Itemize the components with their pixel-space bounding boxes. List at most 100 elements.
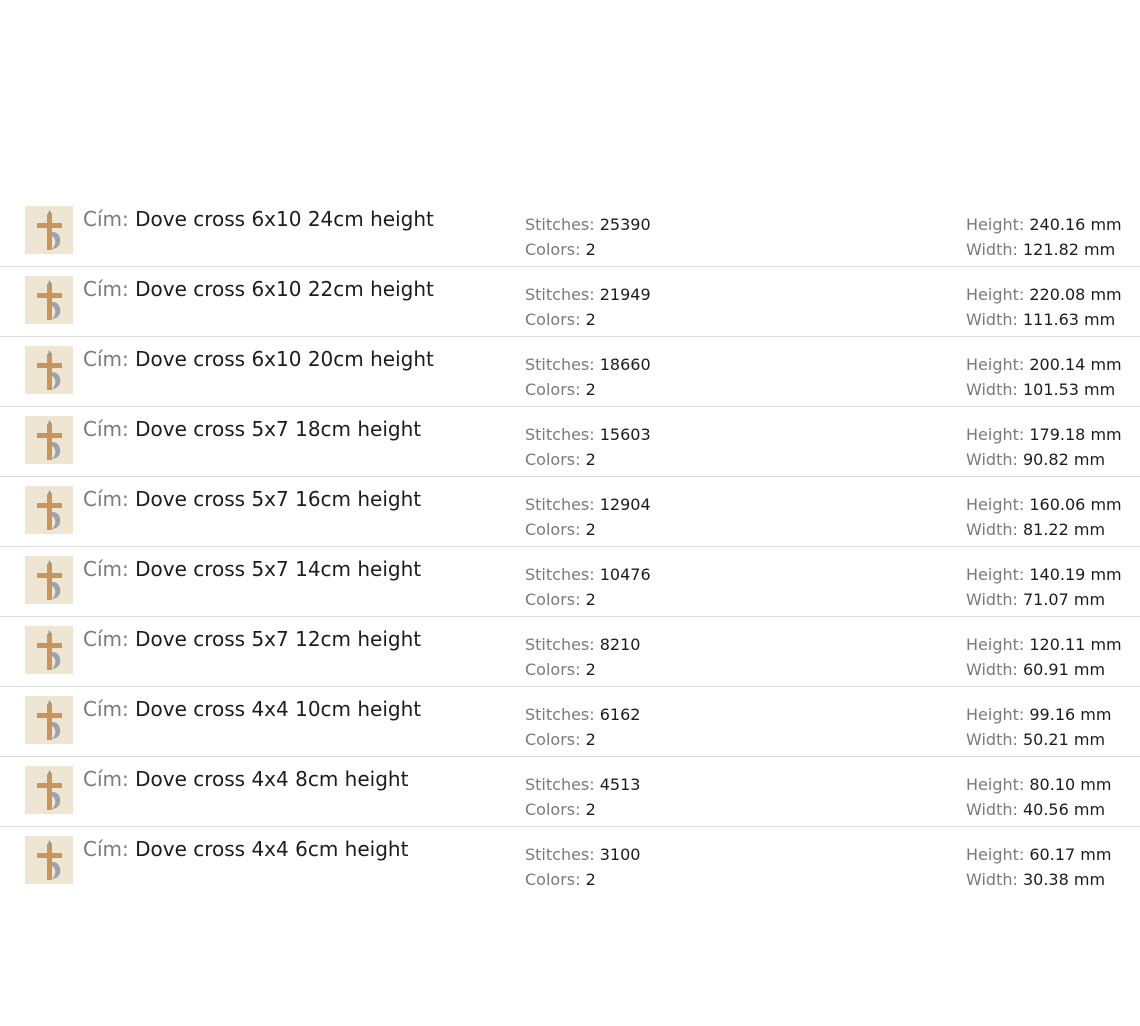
colors-value: 2: [585, 870, 596, 889]
stitch-info: Stitches: 3100 Colors: 2: [525, 842, 640, 892]
size-info: Height: 140.19 mm Width: 71.07 mm: [966, 562, 1122, 612]
title-label: Cím:: [83, 207, 129, 231]
size-info: Height: 60.17 mm Width: 30.38 mm: [966, 842, 1111, 892]
stitch-info: Stitches: 4513 Colors: 2: [525, 772, 640, 822]
title-value: Dove cross 6x10 22cm height: [135, 277, 434, 301]
width-label: Width:: [966, 590, 1018, 609]
title-label: Cím:: [83, 627, 129, 651]
stitch-info: Stitches: 6162 Colors: 2: [525, 702, 640, 752]
list-item[interactable]: Cím: Dove cross 4x4 6cm height Stitches:…: [0, 827, 1140, 897]
file-title: Cím: Dove cross 5x7 16cm height: [83, 487, 421, 511]
width-label: Width:: [966, 870, 1018, 889]
stitches-value: 3100: [599, 845, 641, 864]
height-label: Height:: [966, 355, 1025, 374]
title-label: Cím:: [83, 487, 129, 511]
size-info: Height: 99.16 mm Width: 50.21 mm: [966, 702, 1111, 752]
stitch-info: Stitches: 18660 Colors: 2: [525, 352, 651, 402]
list-item[interactable]: Cím: Dove cross 6x10 22cm height Stitche…: [0, 267, 1140, 337]
width-label: Width:: [966, 660, 1018, 679]
stitch-info: Stitches: 10476 Colors: 2: [525, 562, 651, 612]
stitches-label: Stitches:: [525, 635, 595, 654]
cross-dove-icon: [25, 346, 73, 394]
title-value: Dove cross 4x4 10cm height: [135, 697, 422, 721]
height-value: 240.16 mm: [1029, 215, 1122, 234]
list-item[interactable]: Cím: Dove cross 4x4 8cm height Stitches:…: [0, 757, 1140, 827]
width-label: Width:: [966, 520, 1018, 539]
height-value: 220.08 mm: [1029, 285, 1122, 304]
list-item[interactable]: Cím: Dove cross 5x7 16cm height Stitches…: [0, 477, 1140, 547]
width-label: Width:: [966, 310, 1018, 329]
width-value: 111.63 mm: [1022, 310, 1116, 329]
title-label: Cím:: [83, 347, 129, 371]
list-item[interactable]: Cím: Dove cross 4x4 10cm height Stitches…: [0, 687, 1140, 757]
stitches-label: Stitches:: [525, 355, 595, 374]
height-value: 200.14 mm: [1029, 355, 1122, 374]
colors-value: 2: [585, 590, 596, 609]
list-item[interactable]: Cím: Dove cross 5x7 18cm height Stitches…: [0, 407, 1140, 477]
colors-value: 2: [585, 660, 596, 679]
colors-label: Colors:: [525, 520, 581, 539]
file-title: Cím: Dove cross 4x4 10cm height: [83, 697, 421, 721]
height-label: Height:: [966, 705, 1025, 724]
height-value: 140.19 mm: [1029, 565, 1122, 584]
colors-value: 2: [585, 240, 596, 259]
height-value: 80.10 mm: [1029, 775, 1112, 794]
file-title: Cím: Dove cross 6x10 24cm height: [83, 207, 434, 231]
width-value: 60.91 mm: [1022, 660, 1106, 679]
file-title: Cím: Dove cross 4x4 8cm height: [83, 767, 408, 791]
stitches-value: 4513: [599, 775, 641, 794]
file-title: Cím: Dove cross 5x7 14cm height: [83, 557, 421, 581]
title-label: Cím:: [83, 767, 129, 791]
cross-dove-icon: [25, 206, 73, 254]
size-info: Height: 220.08 mm Width: 111.63 mm: [966, 282, 1122, 332]
stitches-value: 8210: [599, 635, 641, 654]
width-value: 50.21 mm: [1022, 730, 1106, 749]
colors-value: 2: [585, 310, 596, 329]
colors-label: Colors:: [525, 800, 581, 819]
cross-dove-icon: [25, 276, 73, 324]
title-value: Dove cross 6x10 20cm height: [135, 347, 434, 371]
width-label: Width:: [966, 380, 1018, 399]
title-label: Cím:: [83, 277, 129, 301]
colors-label: Colors:: [525, 590, 581, 609]
height-label: Height:: [966, 565, 1025, 584]
stitch-info: Stitches: 15603 Colors: 2: [525, 422, 651, 472]
cross-dove-icon: [25, 486, 73, 534]
title-value: Dove cross 5x7 14cm height: [135, 557, 422, 581]
stitches-value: 15603: [599, 425, 651, 444]
list-item[interactable]: Cím: Dove cross 6x10 24cm height Stitche…: [0, 197, 1140, 267]
size-info: Height: 160.06 mm Width: 81.22 mm: [966, 492, 1122, 542]
height-label: Height:: [966, 845, 1025, 864]
title-label: Cím:: [83, 697, 129, 721]
stitches-value: 6162: [599, 705, 641, 724]
file-title: Cím: Dove cross 5x7 18cm height: [83, 417, 421, 441]
list-item[interactable]: Cím: Dove cross 6x10 20cm height Stitche…: [0, 337, 1140, 407]
list-item[interactable]: Cím: Dove cross 5x7 12cm height Stitches…: [0, 617, 1140, 687]
colors-label: Colors:: [525, 380, 581, 399]
width-value: 40.56 mm: [1022, 800, 1106, 819]
height-label: Height:: [966, 425, 1025, 444]
colors-value: 2: [585, 730, 596, 749]
file-title: Cím: Dove cross 6x10 22cm height: [83, 277, 434, 301]
colors-value: 2: [585, 520, 596, 539]
cross-dove-icon: [25, 626, 73, 674]
stitches-label: Stitches:: [525, 285, 595, 304]
list-item[interactable]: Cím: Dove cross 5x7 14cm height Stitches…: [0, 547, 1140, 617]
width-label: Width:: [966, 800, 1018, 819]
height-value: 160.06 mm: [1029, 495, 1122, 514]
height-value: 60.17 mm: [1029, 845, 1112, 864]
title-value: Dove cross 4x4 8cm height: [135, 767, 409, 791]
width-label: Width:: [966, 240, 1018, 259]
colors-value: 2: [585, 450, 596, 469]
height-label: Height:: [966, 285, 1025, 304]
stitches-value: 21949: [599, 285, 651, 304]
colors-value: 2: [585, 800, 596, 819]
width-value: 121.82 mm: [1022, 240, 1116, 259]
stitches-value: 12904: [599, 495, 651, 514]
title-label: Cím:: [83, 417, 129, 441]
size-info: Height: 120.11 mm Width: 60.91 mm: [966, 632, 1122, 682]
title-value: Dove cross 6x10 24cm height: [135, 207, 434, 231]
height-value: 99.16 mm: [1029, 705, 1112, 724]
height-label: Height:: [966, 495, 1025, 514]
cross-dove-icon: [25, 696, 73, 744]
